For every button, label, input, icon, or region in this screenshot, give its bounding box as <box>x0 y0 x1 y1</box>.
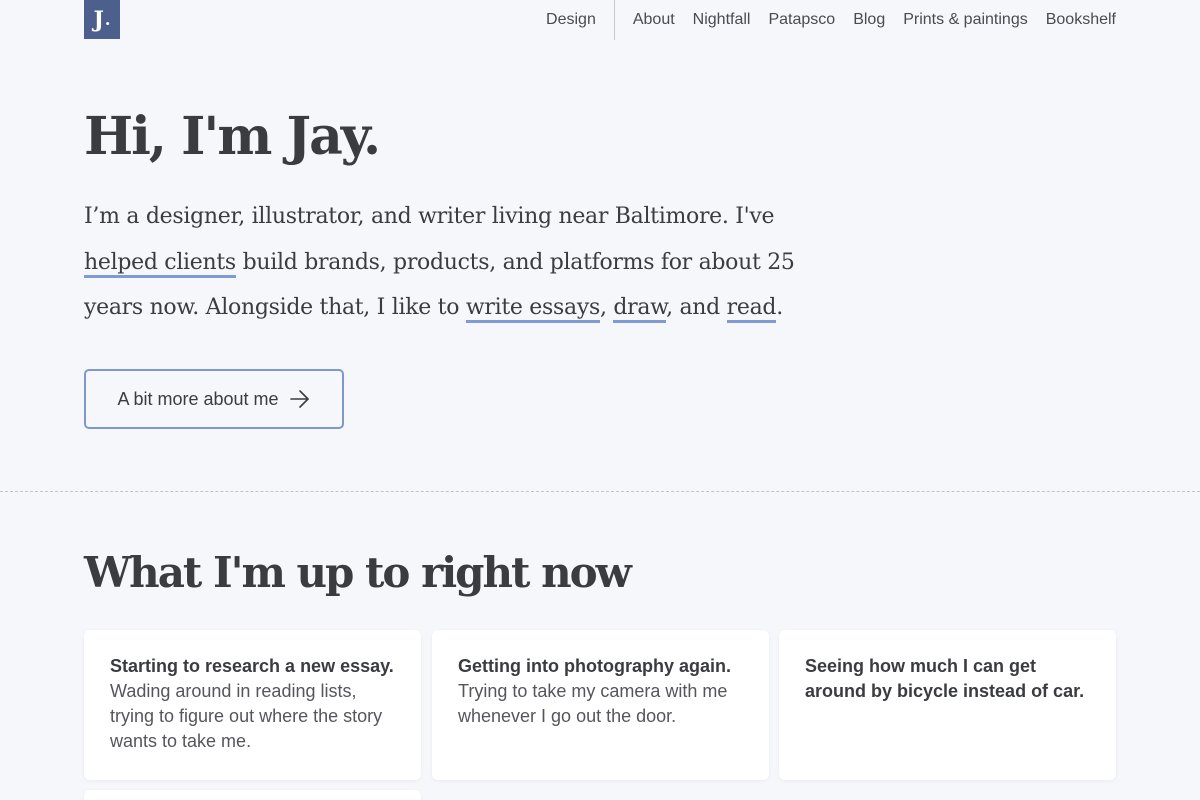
draw-link[interactable]: draw <box>613 295 666 323</box>
helped-clients-link[interactable]: helped clients <box>84 249 236 278</box>
section-title-now: What I'm up to right now <box>84 548 632 597</box>
intro-separator: , and <box>666 295 727 320</box>
now-card-heading: Seeing how much I can get around by bicy… <box>805 656 1085 701</box>
arrow-right-icon <box>289 388 311 410</box>
nav-item-design[interactable]: Design <box>546 11 596 29</box>
nav-item-about[interactable]: About <box>633 11 675 29</box>
read-link[interactable]: read <box>726 295 777 323</box>
main-nav: Design About Nightfall Patapsco Blog Pri… <box>546 0 1116 40</box>
now-card-heading: Starting to research a new essay. <box>110 656 394 676</box>
now-card-heading: Getting into photography again. <box>458 656 731 676</box>
intro-text: I’m a designer, illustrator, and writer … <box>84 204 775 229</box>
site-logo[interactable]: J. <box>84 0 120 39</box>
nav-item-blog[interactable]: Blog <box>853 11 885 29</box>
page-title: Hi, I'm Jay. <box>84 106 381 167</box>
now-card: Seeing how much I can get around by bicy… <box>779 630 1116 780</box>
now-card-body: Trying to take my camera with me wheneve… <box>458 681 728 726</box>
about-me-button-label: A bit more about me <box>117 388 279 409</box>
logo-letter: J <box>93 6 104 33</box>
intro-separator: , <box>599 295 614 320</box>
now-card: Getting into photography again. Trying t… <box>432 630 769 780</box>
now-card-peek <box>84 790 421 800</box>
nav-item-prints-paintings[interactable]: Prints & paintings <box>903 11 1028 29</box>
intro-end: . <box>776 295 783 320</box>
now-card: Starting to research a new essay. Wading… <box>84 630 421 780</box>
nav-item-nightfall[interactable]: Nightfall <box>693 11 751 29</box>
section-divider <box>0 491 1200 492</box>
nav-item-patapsco[interactable]: Patapsco <box>768 11 835 29</box>
nav-item-bookshelf[interactable]: Bookshelf <box>1046 11 1116 29</box>
now-card-body: Wading around in reading lists, trying t… <box>110 681 383 751</box>
logo-dot: . <box>104 10 111 29</box>
nav-divider <box>613 0 615 40</box>
intro-paragraph: I’m a designer, illustrator, and writer … <box>84 194 804 331</box>
about-me-button[interactable]: A bit more about me <box>84 369 344 429</box>
write-essays-link[interactable]: write essays <box>465 295 600 323</box>
